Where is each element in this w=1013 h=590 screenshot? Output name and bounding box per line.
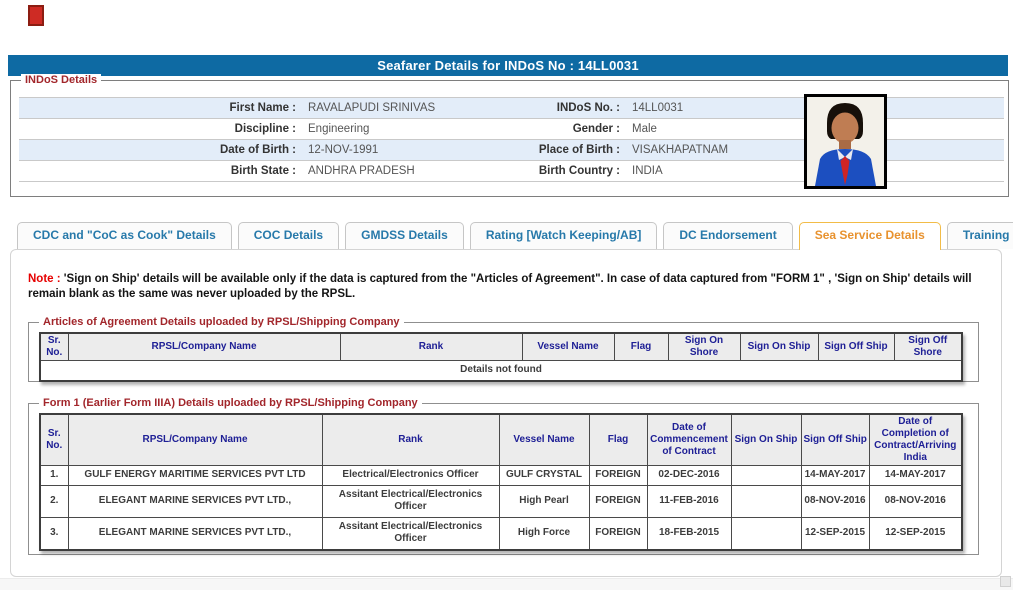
flag: FOREIGN — [588, 516, 648, 550]
col-completion: Date of Completion of Contract/Arriving … — [868, 413, 963, 466]
tab-cdc-coc-cook-details[interactable]: CDC and "CoC as Cook" Details — [17, 222, 232, 249]
rank: Assitant Electrical/Electronics Officer — [321, 484, 500, 518]
company-name: GULF ENERGY MARITIME SERVICES PVT LTD — [67, 465, 323, 486]
gender-label: Gender : — [572, 123, 620, 135]
tab-content-panel: Note : 'Sign on Ship' details will be av… — [10, 249, 1002, 577]
tab-coc-details[interactable]: COC Details — [237, 222, 340, 249]
col-sign-on-shore: Sign On Shore — [667, 332, 741, 361]
pob-label: Place of Birth : — [538, 144, 620, 156]
articles-table: Sr. No. RPSL/Company Name Rank Vessel Na… — [39, 332, 963, 382]
articles-legend: Articles of Agreement Details uploaded b… — [39, 316, 404, 329]
tab-bar: CDC and "CoC as Cook" Details COC Detail… — [17, 222, 1013, 250]
col-company: RPSL/Company Name — [67, 413, 323, 466]
sr-no: 2. — [39, 484, 69, 518]
tab-gmdss-details[interactable]: GMDSS Details — [345, 222, 464, 249]
portrait-graphic — [807, 97, 884, 186]
first-name-value: RAVALAPUDI SRINIVAS — [308, 102, 436, 114]
col-commencement: Date of Commencement of Contract — [646, 413, 732, 466]
col-sign-off-ship: Sign Off Ship — [817, 332, 895, 361]
broken-image-icon — [28, 5, 44, 26]
form1-fieldset: Form 1 (Earlier Form IIIA) Details uploa… — [28, 397, 979, 555]
tab-rating-watch-keeping[interactable]: Rating [Watch Keeping/AB] — [469, 222, 658, 249]
note-text: Note : 'Sign on Ship' details will be av… — [28, 272, 990, 302]
commencement-date: 11-FEB-2016 — [646, 484, 732, 518]
tab-dc-endorsement[interactable]: DC Endorsement — [663, 222, 793, 249]
company-name: ELEGANT MARINE SERVICES PVT LTD., — [67, 484, 323, 518]
col-sign-on-ship: Sign On Ship — [730, 413, 802, 466]
rank: Assitant Electrical/Electronics Officer — [321, 516, 500, 550]
sr-no: 3. — [39, 516, 69, 550]
discipline-label: Discipline : — [234, 123, 296, 135]
articles-header-row: Sr. No. RPSL/Company Name Rank Vessel Na… — [39, 332, 963, 361]
sign-off-ship: 12-SEP-2015 — [800, 516, 870, 550]
vessel-name: High Force — [498, 516, 590, 550]
col-sr-no: Sr. No. — [39, 413, 69, 466]
indos-details-legend: INDoS Details — [21, 74, 102, 87]
vessel-name: GULF CRYSTAL — [498, 465, 590, 486]
col-flag: Flag — [613, 332, 669, 361]
col-sign-off-ship: Sign Off Ship — [800, 413, 870, 466]
discipline-value: Engineering — [308, 123, 370, 135]
company-name: ELEGANT MARINE SERVICES PVT LTD., — [67, 516, 323, 550]
tab-training-details[interactable]: Training Details — [946, 222, 1013, 249]
table-row: 3. ELEGANT MARINE SERVICES PVT LTD., Ass… — [39, 516, 963, 550]
note-body: 'Sign on Ship' details will be available… — [28, 273, 972, 300]
vessel-name: High Pearl — [498, 484, 590, 518]
sign-on-ship — [730, 484, 802, 518]
dob-value: 12-NOV-1991 — [308, 144, 379, 156]
sign-on-ship — [730, 516, 802, 550]
form1-header-row: Sr. No. RPSL/Company Name Rank Vessel Na… — [39, 413, 963, 466]
birth-state-value: ANDHRA PRADESH — [308, 165, 415, 177]
col-sign-on-ship: Sign On Ship — [739, 332, 819, 361]
birth-state-label: Birth State : — [230, 165, 296, 177]
flag: FOREIGN — [588, 484, 648, 518]
form1-table: Sr. No. RPSL/Company Name Rank Vessel Na… — [39, 413, 963, 551]
col-rank: Rank — [339, 332, 523, 361]
indos-no-label: INDoS No. : — [556, 102, 620, 114]
page-bottom-strip — [0, 578, 1013, 590]
articles-empty-row: Details not found — [39, 360, 963, 382]
seafarer-photo — [804, 94, 887, 189]
rank: Electrical/Electronics Officer — [321, 465, 500, 486]
details-not-found-message: Details not found — [39, 360, 963, 382]
sign-off-ship: 08-NOV-2016 — [800, 484, 870, 518]
col-flag: Flag — [588, 413, 648, 466]
scrollbar-corner — [1000, 576, 1011, 587]
completion-date: 14-MAY-2017 — [868, 465, 963, 486]
page-title: Seafarer Details for INDoS No : 14LL0031 — [8, 55, 1008, 76]
birth-country-label: Birth Country : — [538, 165, 620, 177]
table-row: 2. ELEGANT MARINE SERVICES PVT LTD., Ass… — [39, 484, 963, 518]
first-name-label: First Name : — [229, 102, 296, 114]
table-row: 1. GULF ENERGY MARITIME SERVICES PVT LTD… — [39, 465, 963, 486]
col-vessel: Vessel Name — [521, 332, 615, 361]
commencement-date: 18-FEB-2015 — [646, 516, 732, 550]
completion-date: 08-NOV-2016 — [868, 484, 963, 518]
sign-off-ship: 14-MAY-2017 — [800, 465, 870, 486]
completion-date: 12-SEP-2015 — [868, 516, 963, 550]
indos-details-fieldset: INDoS Details First Name : RAVALAPUDI SR… — [10, 74, 1009, 197]
form1-legend: Form 1 (Earlier Form IIIA) Details uploa… — [39, 397, 422, 410]
col-vessel: Vessel Name — [498, 413, 590, 466]
note-prefix: Note : — [28, 273, 61, 285]
col-company: RPSL/Company Name — [67, 332, 341, 361]
sign-on-ship — [730, 465, 802, 486]
col-sr-no: Sr. No. — [39, 332, 69, 361]
commencement-date: 02-DEC-2016 — [646, 465, 732, 486]
dob-label: Date of Birth : — [219, 144, 296, 156]
col-sign-off-shore: Sign Off Shore — [893, 332, 963, 361]
tab-sea-service-details[interactable]: Sea Service Details — [798, 222, 941, 250]
col-rank: Rank — [321, 413, 500, 466]
sr-no: 1. — [39, 465, 69, 486]
articles-fieldset: Articles of Agreement Details uploaded b… — [28, 316, 979, 382]
flag: FOREIGN — [588, 465, 648, 486]
